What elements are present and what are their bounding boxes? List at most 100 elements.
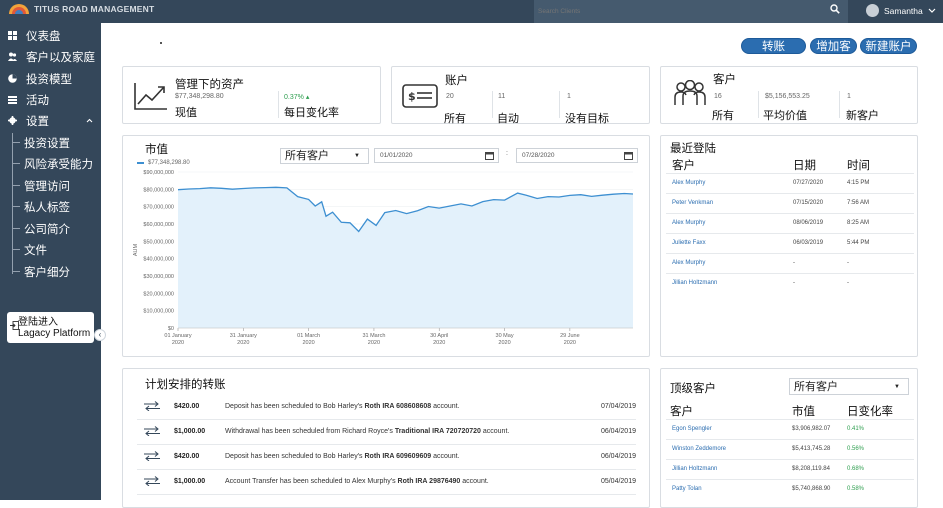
login-client-link[interactable]: Jillian Holtzmann (672, 280, 717, 286)
transfer-date: 06/04/2019 (600, 453, 636, 460)
legacy-line2: Lagacy Platform (18, 328, 91, 339)
aum-value: $77,348,298.80 (175, 93, 224, 100)
settings-sub-risk[interactable]: 风险承受能力 (12, 156, 93, 172)
top-clients-card: 顶级客户 所有客户 ▼ 客户 市值 日变化率 Egon Spengler $3,9… (660, 368, 918, 508)
settings-sub-profile[interactable]: 公司简介 (12, 221, 70, 237)
top-client-link[interactable]: Egon Spengler (672, 426, 712, 432)
list-item[interactable]: $1,000.00 Account Transfer has been sched… (137, 470, 636, 495)
transfer-description: Account Transfer has been scheduled to A… (225, 478, 489, 485)
chevron-down-icon (928, 8, 936, 13)
top-client-link[interactable]: Patty Tolan (672, 486, 702, 492)
new-account-button[interactable]: 新建账户 (860, 38, 917, 54)
user-menu[interactable]: Samantha (866, 4, 936, 17)
search-input[interactable] (538, 4, 818, 18)
col-date-header: 日期 (793, 160, 816, 172)
accounts-nogoal-label[interactable]: 没有目标 (565, 110, 609, 126)
y-tick-label: $20,000,000 (143, 291, 174, 297)
caret-down-icon: ▼ (354, 153, 360, 159)
top-client-link[interactable]: Winston Zeddemore (672, 446, 726, 452)
top-client-link[interactable]: Jillian Holtzmann (672, 466, 717, 472)
login-time: - (847, 260, 849, 266)
market-client-filter[interactable]: 所有客户 ▼ (280, 148, 369, 164)
transfer-amount: $420.00 (174, 403, 200, 410)
login-client-link[interactable]: Juliette Faxx (672, 240, 706, 246)
recent-logins-title: 最近登陆 (670, 143, 716, 155)
collapse-sidebar-button[interactable]: ‹ (94, 329, 106, 341)
y-tick-label: $0 (168, 326, 174, 332)
table-row: Jillian Holtzmann - - (666, 273, 914, 293)
legacy-platform-button[interactable]: 登陆进入 Lagacy Platform (7, 312, 94, 343)
market-title: 市值 (145, 144, 168, 156)
sidebar-item-label: 活动 (26, 94, 49, 107)
login-time: 5:44 PM (847, 240, 870, 246)
login-client-link[interactable]: Alex Murphy (672, 220, 705, 226)
col-client-header: 客户 (670, 406, 693, 418)
table-row: Patty Tolan $5,740,868.90 0.58% (666, 479, 914, 499)
x-tick-label: 2020 (302, 340, 314, 346)
login-client-link[interactable]: Peter Venkman (672, 200, 713, 206)
y-tick-label: $80,000,000 (143, 187, 174, 193)
accounts-all-label[interactable]: 所有 (444, 110, 466, 126)
accounts-auto-label[interactable]: 自动 (497, 110, 519, 126)
top-client-value: $8,208,119.84 (792, 466, 830, 472)
transfer-arrows-icon (144, 426, 160, 436)
clients-all-label[interactable]: 所有 (712, 107, 734, 123)
accounts-all-count: 20 (446, 93, 454, 100)
sidebar-item-clients[interactable]: 客户以及家庭 (0, 46, 101, 67)
login-date: 08/06/2019 (793, 220, 824, 226)
list-item[interactable]: $1,000.00 Withdrawal has been scheduled f… (137, 420, 636, 445)
list-item[interactable]: $420.00 Deposit has been scheduled to Bob… (137, 445, 636, 470)
recent-logins-card: 最近登陆 客户 日期 时间 Alex Murphy 07/27/2020 4:15 … (660, 135, 918, 357)
sidebar-item-activity[interactable]: 活动 (0, 89, 101, 110)
top-client-change: 0.56% (847, 446, 865, 452)
calendar-icon[interactable] (485, 151, 494, 160)
aum-title: 管理下的资产 (175, 79, 244, 91)
x-tick-label: 2020 (498, 340, 510, 346)
login-time: - (847, 280, 849, 286)
transfer-description: Withdrawal has been scheduled from Richa… (225, 428, 510, 435)
settings-sub-documents[interactable]: 文件 (12, 242, 47, 258)
logo[interactable]: TITUS ROAD MANAGEMENT (8, 3, 154, 14)
up-arrow-icon: ▴ (305, 94, 310, 101)
y-tick-label: $60,000,000 (143, 222, 174, 228)
sidebar-item-models[interactable]: 投资模型 (0, 68, 101, 89)
sun-logo-icon (9, 4, 29, 14)
table-row: Egon Spengler $3,906,982.07 0.41% (666, 419, 914, 439)
x-tick-label: 30 April (430, 333, 448, 339)
add-client-button[interactable]: 增加客户 (810, 38, 857, 69)
clients-new-label[interactable]: 新客户 (846, 107, 879, 123)
y-tick-label: $90,000,000 (143, 170, 174, 176)
sidebar-item-dashboard[interactable]: 仪表盘 (0, 25, 101, 46)
x-tick-label: 30 May (496, 333, 514, 339)
search-icon[interactable] (830, 4, 840, 14)
settings-sub-labels[interactable]: 私人标签 (12, 199, 70, 215)
x-tick-label: 2020 (368, 340, 380, 346)
date-to-input[interactable]: 07/28/2020 (516, 148, 638, 163)
settings-sub-investment[interactable]: 投资设置 (12, 135, 70, 151)
login-client-link[interactable]: Alex Murphy (672, 180, 705, 186)
calendar-icon[interactable] (624, 151, 633, 160)
list-item[interactable]: $420.00 Deposit has been scheduled to Bob… (137, 395, 636, 420)
top-clients-title: 顶级客户 (670, 383, 716, 395)
clients-card: 客户 16 所有 $5,156,553.25 平均价值 1 新客户 (660, 66, 918, 124)
settings-sub-segments[interactable]: 客户细分 (12, 264, 70, 280)
settings-sub-access[interactable]: 管理访问 (12, 178, 70, 194)
transfer-button[interactable]: 转账 (741, 38, 806, 54)
login-date: 06/03/2019 (793, 240, 824, 246)
accounts-nogoal-count: 1 (567, 93, 571, 100)
transfer-amount: $420.00 (174, 453, 200, 460)
sidebar-item-label: 设置 (26, 115, 49, 128)
top-client-change: 0.58% (847, 486, 865, 492)
chevron-up-icon (86, 118, 93, 123)
login-date: - (793, 280, 795, 286)
account-card-icon: $ (402, 84, 438, 108)
login-time: 7:56 AM (847, 200, 870, 206)
date-separator: : (506, 150, 508, 157)
x-tick-label: 2020 (237, 340, 249, 346)
search-bar (534, 0, 848, 23)
top-clients-filter[interactable]: 所有客户 ▼ (789, 378, 909, 395)
login-client-link[interactable]: Alex Murphy (672, 260, 705, 266)
date-from-input[interactable]: 01/01/2020 (374, 148, 499, 163)
sidebar-item-settings[interactable]: 设置 (0, 110, 101, 131)
svg-text:$: $ (408, 90, 416, 103)
